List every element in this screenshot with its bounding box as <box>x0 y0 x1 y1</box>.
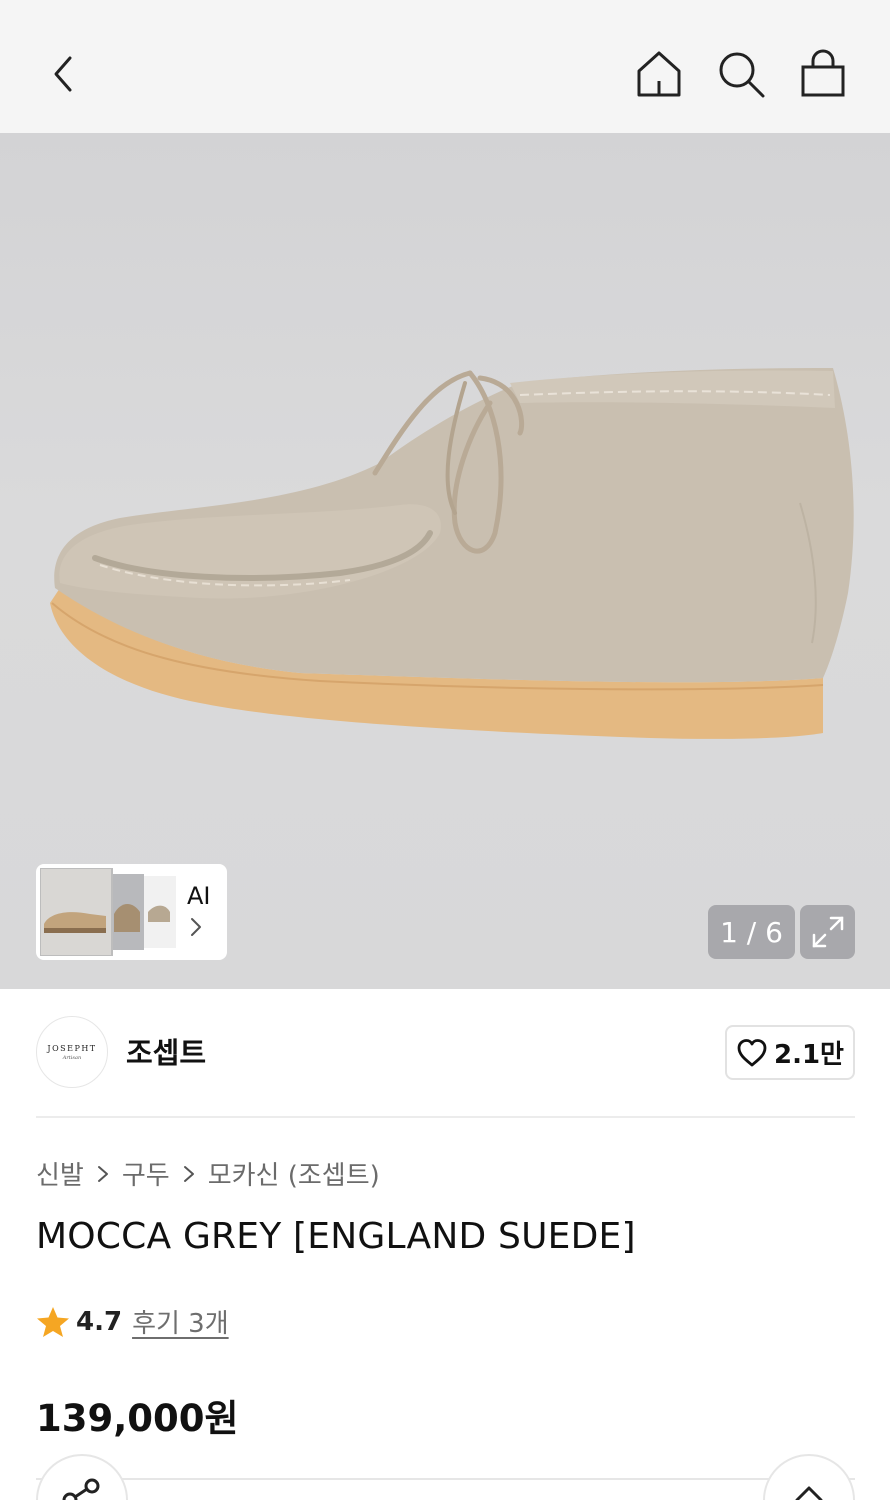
back-button[interactable] <box>34 44 94 104</box>
chevron-right-icon <box>182 1164 196 1184</box>
product-image-gallery[interactable]: AI 1 / 6 <box>0 133 890 989</box>
chevron-right-icon <box>191 918 201 936</box>
shopping-bag-icon <box>801 49 845 97</box>
product-price: 139,000원 <box>36 1397 239 1440</box>
breadcrumb-item-dress-shoes[interactable]: 구두 <box>122 1155 170 1192</box>
expand-button[interactable] <box>800 905 855 959</box>
heart-icon <box>737 1038 767 1066</box>
chevron-left-icon <box>54 56 72 92</box>
home-icon <box>637 51 681 97</box>
breadcrumb-item-shoes[interactable]: 신발 <box>36 1155 84 1192</box>
share-icon <box>62 1478 100 1500</box>
chevron-up-icon <box>795 1486 823 1500</box>
ai-label: AI <box>187 882 211 910</box>
breadcrumb: 신발 구두 모카신 (조셉트) <box>36 1155 380 1192</box>
top-navigation-bar <box>0 0 890 133</box>
product-image <box>50 368 854 739</box>
scroll-to-top-button[interactable] <box>763 1454 855 1500</box>
home-button[interactable] <box>629 44 689 104</box>
search-button[interactable] <box>711 44 771 104</box>
divider <box>36 1116 855 1118</box>
breadcrumb-item-moccasin[interactable]: 모카신 (조셉트) <box>208 1155 380 1192</box>
brand-logo-subtext: Artisan <box>62 1054 82 1061</box>
search-icon <box>719 52 765 98</box>
ai-thumbnails <box>40 868 180 956</box>
like-button[interactable]: 2.1만 <box>725 1025 855 1080</box>
brand-logo[interactable]: JOSEPHT Artisan <box>36 1016 108 1088</box>
like-count: 2.1만 <box>774 1040 844 1070</box>
reviews-link[interactable]: 후기 3개 <box>132 1303 229 1340</box>
product-rating: 4.7 후기 3개 <box>36 1303 229 1340</box>
expand-icon <box>812 916 843 948</box>
ai-recommendation-card[interactable]: AI <box>36 864 227 960</box>
star-icon <box>37 1306 69 1337</box>
product-title: MOCCA GREY [ENGLAND SUEDE] <box>36 1216 636 1257</box>
chevron-right-icon <box>96 1164 110 1184</box>
divider <box>36 1478 855 1480</box>
rating-score: 4.7 <box>76 1306 123 1337</box>
brand-name[interactable]: 조셉트 <box>126 1030 206 1072</box>
share-button[interactable] <box>36 1454 128 1500</box>
image-counter: 1 / 6 <box>708 905 795 959</box>
brand-logo-text: JOSEPHT <box>47 1043 97 1053</box>
cart-button[interactable] <box>793 44 853 104</box>
